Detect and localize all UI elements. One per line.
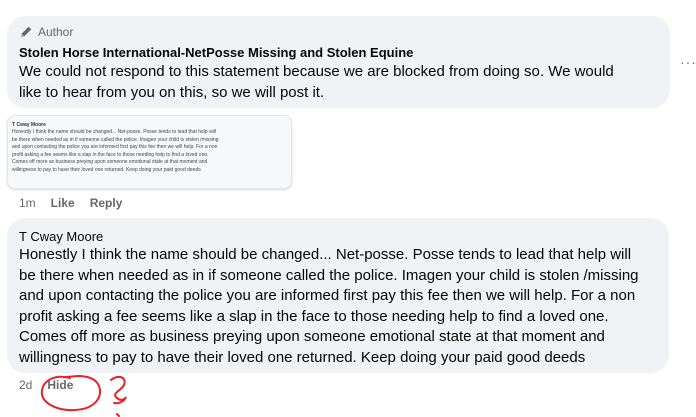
comment-text-line: Honestly I think the name should be chan… <box>19 246 632 263</box>
comment-text-line: and upon contacting the police you are i… <box>19 287 636 305</box>
attachment-text: Honestly I think the name should be chan… <box>12 129 287 175</box>
author-badge: Author <box>19 25 73 39</box>
comment-text-line: We could not respond to this statement b… <box>19 63 614 80</box>
comment-text-line: Comes off more as business preying upon … <box>19 328 605 346</box>
comment-author-name[interactable]: T Cway Moore <box>19 229 103 244</box>
comment-actions: 1m Like Reply <box>19 196 137 210</box>
comment-author-name[interactable]: Stolen Horse International-NetPosse Miss… <box>19 45 413 60</box>
comment-timestamp[interactable]: 2d <box>19 378 32 392</box>
pencil-icon <box>19 25 33 39</box>
comment-thread: Author Stolen Horse International-NetPos… <box>0 0 696 417</box>
attachment-text-line: willingness to pay to have their loved o… <box>12 166 201 173</box>
comment-bubble: T Cway Moore Honestly I think the name s… <box>7 218 669 373</box>
attachment-text-line: Honestly I think the name should be chan… <box>12 129 217 135</box>
more-options-icon[interactable]: ··· <box>680 54 696 70</box>
comment-text-line: be there when needed as in if someone ca… <box>19 266 639 284</box>
comment-text-line: like to hear from you on this, so we wil… <box>19 83 325 101</box>
comment-timestamp[interactable]: 1m <box>19 196 36 210</box>
comment-text-line: willingness to pay to have their loved o… <box>19 348 586 366</box>
attachment-text-line: and upon contacting the police you are i… <box>12 144 218 151</box>
comment-text: We could not respond to this statement b… <box>19 62 659 103</box>
hide-button[interactable]: Hide <box>47 378 73 392</box>
attachment-text-line: profit asking a fee seems like a slap in… <box>12 151 209 158</box>
author-badge-label: Author <box>38 25 74 39</box>
attachment-text-line: be there when needed as in if someone ca… <box>12 136 219 143</box>
reply-button[interactable]: Reply <box>90 196 123 210</box>
comment-text: Honestly I think the name should be chan… <box>19 245 659 369</box>
comment-text-line: profit asking a fee seems like a slap in… <box>19 307 609 325</box>
attachment-text-line: Comes off more as business preying upon … <box>12 159 208 166</box>
comment-bubble-author: Author Stolen Horse International-NetPos… <box>7 16 670 108</box>
comment-actions: 2d Hide <box>19 378 88 392</box>
attachment-author-name: T Cway Moore <box>12 122 46 128</box>
like-button[interactable]: Like <box>51 196 75 210</box>
attached-screenshot-image[interactable]: T Cway Moore Honestly I think the name s… <box>7 115 292 189</box>
